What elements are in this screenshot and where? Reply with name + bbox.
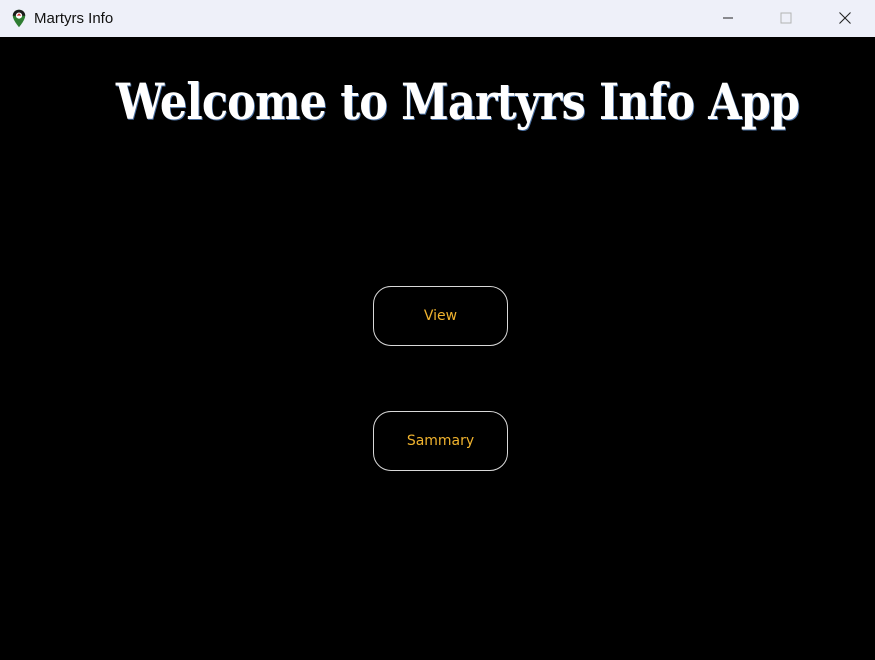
summary-button[interactable]: Sammary xyxy=(373,411,508,471)
close-icon xyxy=(839,9,851,28)
welcome-heading: Welcome to Martyrs Info App xyxy=(115,72,800,131)
window-title: Martyrs Info xyxy=(34,10,114,27)
main-content: Welcome to Martyrs Info App View Sammary xyxy=(0,37,875,660)
minimize-button[interactable] xyxy=(699,0,757,37)
title-bar[interactable]: Martyrs Info xyxy=(0,0,875,37)
maximize-button[interactable] xyxy=(757,0,815,37)
map-pin-icon xyxy=(12,9,26,28)
app-window: Martyrs Info Welcome to Martyrs Info App… xyxy=(0,0,875,660)
minimize-icon xyxy=(722,9,734,28)
close-button[interactable] xyxy=(816,0,874,37)
maximize-icon xyxy=(780,9,792,28)
view-button[interactable]: View xyxy=(373,286,508,346)
